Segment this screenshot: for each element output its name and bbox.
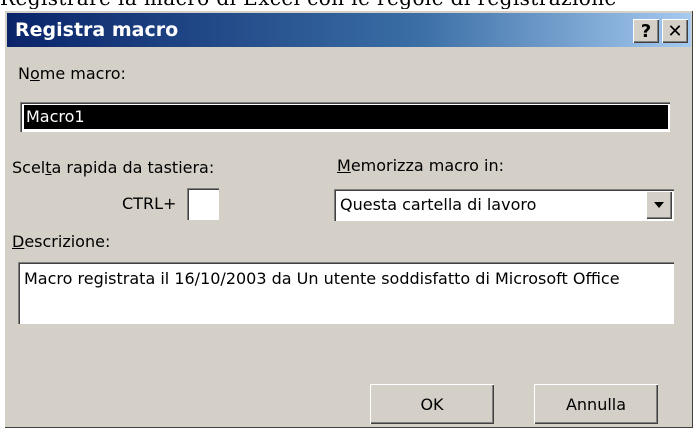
store-in-select[interactable]: Questa cartella di lavoro (334, 189, 674, 221)
ok-button[interactable]: OK (370, 384, 494, 424)
background-document-text: Registrare la macro di Excel con le rego… (0, 0, 694, 9)
macro-name-label: Nome macro: (18, 64, 126, 83)
ctrl-label: CTRL+ (122, 194, 177, 213)
dialog-title: Registra macro (15, 19, 179, 41)
description-value: Macro registrata il 16/10/2003 da Un ute… (24, 269, 620, 288)
cancel-button[interactable]: Annulla (534, 384, 658, 424)
macro-name-label-part: me macro: (39, 64, 126, 83)
title-bar[interactable]: Registra macro ? ✕ (7, 13, 691, 47)
store-in-selected: Questa cartella di lavoro (340, 195, 537, 214)
description-mnemonic: D (12, 232, 25, 251)
chevron-down-icon[interactable] (646, 191, 672, 219)
shortcut-label: Scelta rapida da tastiera: (12, 158, 214, 177)
close-button[interactable]: ✕ (662, 19, 688, 43)
shortcut-key-input[interactable] (187, 188, 219, 220)
shortcut-label-part: Scel (12, 158, 46, 177)
macro-name-mnemonic: o (29, 64, 40, 83)
store-in-label-part: emorizza macro in: (350, 156, 505, 175)
description-label: Descrizione: (12, 232, 110, 251)
record-macro-dialog: Registra macro ? ✕ Nome macro: Macro1 Sc… (4, 10, 693, 428)
store-in-label: Memorizza macro in: (337, 156, 504, 175)
macro-name-value: Macro1 (24, 105, 668, 129)
macro-name-input[interactable]: Macro1 (20, 102, 670, 132)
macro-name-label-part: N (18, 64, 30, 83)
help-icon: ? (640, 20, 652, 42)
description-textarea[interactable]: Macro registrata il 16/10/2003 da Un ute… (18, 262, 674, 324)
shortcut-label-part: a rapida da tastiera: (51, 158, 215, 177)
help-button[interactable]: ? (633, 19, 659, 43)
close-icon: ✕ (667, 20, 683, 42)
store-in-mnemonic: M (337, 156, 351, 175)
background-text-line: Registrare la macro di Excel con le rego… (0, 0, 694, 9)
description-label-part: escrizione: (24, 232, 111, 251)
